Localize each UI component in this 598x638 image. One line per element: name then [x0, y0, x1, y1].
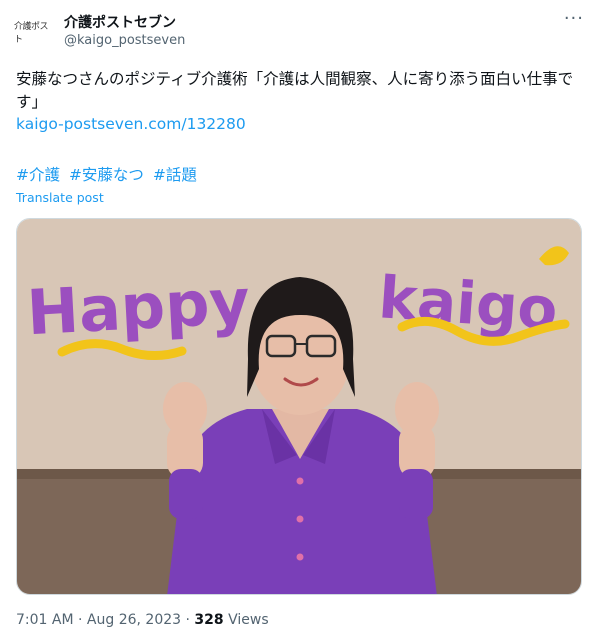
tweet-image[interactable]: Happy kaigo — [16, 218, 582, 595]
tweet-text: 安藤なつさんのポジティブ介護術「介護は人間観察、人に寄り添う面白い仕事です」 — [16, 70, 574, 111]
views-label: Views — [228, 612, 269, 628]
meta-separator: · — [78, 612, 83, 628]
account-handle[interactable]: @kaigo_postseven — [64, 33, 185, 48]
more-dots-icon[interactable]: ··· — [564, 10, 584, 28]
hashtag-ando-natsu[interactable]: #安藤なつ — [69, 166, 144, 184]
hashtag-list: #介護 #安藤なつ #話題 — [16, 163, 201, 185]
avatar[interactable]: 介護ポスト — [14, 12, 54, 52]
translate-post-link[interactable]: Translate post — [16, 190, 104, 205]
tweet-link[interactable]: kaigo-postseven.com/132280 — [16, 115, 246, 133]
happy-lettering: Happy — [25, 265, 251, 350]
tweet-meta: 7:01 AM · Aug 26, 2023 · 328 Views — [16, 612, 269, 628]
tweet-time[interactable]: 7:01 AM — [16, 612, 74, 628]
hashtag-kaigo[interactable]: #介護 — [16, 166, 60, 184]
account-name[interactable]: 介護ポストセブン — [64, 12, 176, 32]
tweet-date[interactable]: Aug 26, 2023 — [87, 612, 181, 628]
views-count: 328 — [194, 612, 224, 628]
hashtag-wadai[interactable]: #話題 — [153, 166, 197, 184]
avatar-logo-text: 介護ポスト — [14, 22, 49, 45]
meta-separator: · — [185, 612, 190, 628]
